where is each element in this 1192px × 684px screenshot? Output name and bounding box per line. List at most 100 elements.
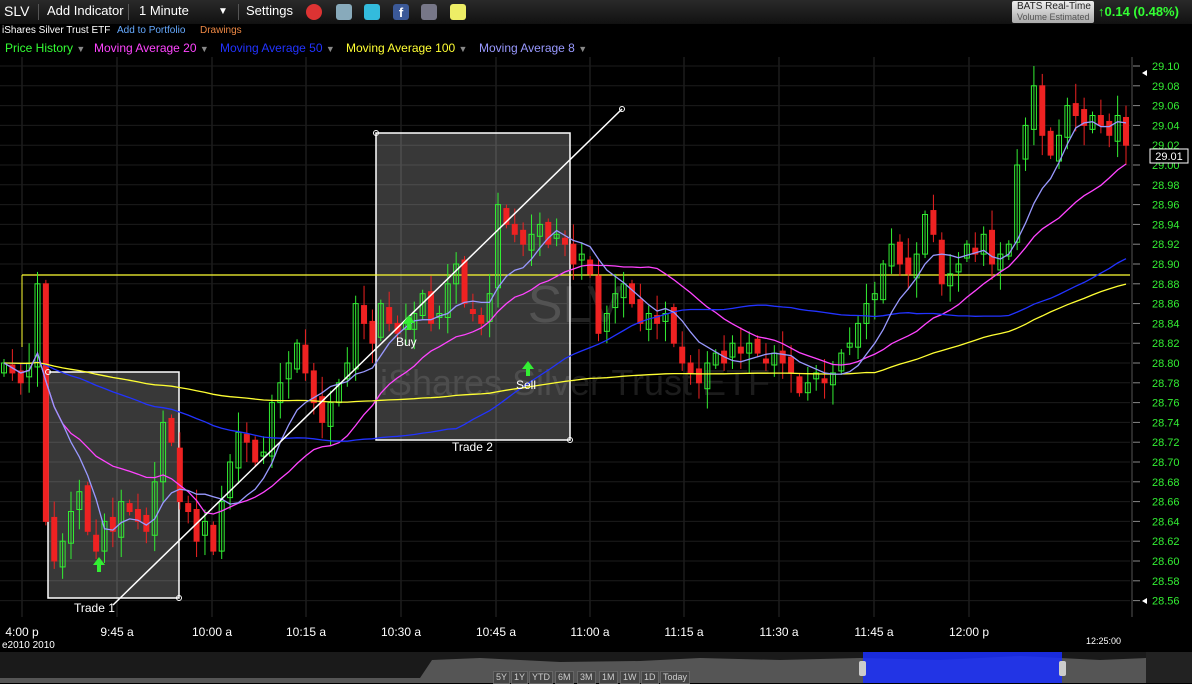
range-6m-button[interactable]: 6M — [555, 671, 574, 684]
candle-body[interactable] — [989, 229, 996, 265]
legend-price-history[interactable]: Price History ▼ — [5, 41, 85, 55]
range-1y-button[interactable]: 1Y — [511, 671, 529, 684]
candle-body[interactable] — [796, 376, 803, 394]
candle-body[interactable] — [930, 210, 937, 235]
trade1-box[interactable] — [47, 371, 180, 599]
candle-body[interactable] — [361, 305, 368, 324]
trade2-label: Trade 2 — [452, 440, 493, 454]
buy-label: Buy — [396, 335, 417, 349]
candle-body[interactable] — [461, 259, 468, 305]
interval-select[interactable]: 1 Minute — [139, 3, 189, 18]
navigator-selection[interactable] — [863, 652, 1062, 683]
candle-body[interactable] — [595, 275, 602, 334]
scroll-up-icon[interactable] — [1142, 70, 1147, 76]
chevron-down-icon[interactable]: ▼ — [200, 44, 209, 54]
chevron-down-icon[interactable]: ▼ — [76, 44, 85, 54]
drawings-link[interactable]: Drawings — [200, 25, 242, 36]
candle-body[interactable] — [938, 239, 945, 285]
navigator-handle-left[interactable] — [859, 661, 866, 676]
navigator[interactable]: 5Y 1Y YTD 6M 3M 1M 1W 1D Today — [0, 652, 1192, 684]
candle-body[interactable] — [737, 346, 744, 354]
candle-body[interactable] — [84, 485, 91, 532]
alarm-clock-icon[interactable] — [306, 4, 322, 20]
navigator-handle-right[interactable] — [1059, 661, 1066, 676]
twitter-icon[interactable] — [364, 4, 380, 20]
legend-ma20[interactable]: Moving Average 20 ▼ — [94, 41, 209, 55]
candle-body[interactable] — [896, 241, 903, 265]
range-3m-button[interactable]: 3M — [577, 671, 596, 684]
candle-body[interactable] — [695, 368, 702, 384]
candle-body[interactable] — [469, 309, 476, 314]
candle-body[interactable] — [562, 237, 568, 245]
price-chart[interactable]: SLV iShares Silver Trust ETF Buy Sell Tr… — [0, 57, 1192, 652]
candle-body[interactable] — [369, 320, 376, 344]
range-1w-button[interactable]: 1W — [620, 671, 640, 684]
candle-body[interactable] — [176, 447, 183, 503]
candle-body[interactable] — [754, 338, 761, 354]
symbol-input[interactable]: SLV — [4, 3, 29, 19]
candle-body[interactable] — [1039, 85, 1046, 136]
y-tick-label: 28.64 — [1152, 516, 1180, 528]
candle-body[interactable] — [302, 344, 309, 374]
add-to-portfolio-link[interactable]: Add to Portfolio — [117, 25, 185, 36]
candle-body[interactable] — [762, 358, 769, 364]
binoculars-icon[interactable] — [421, 4, 437, 20]
range-1m-button[interactable]: 1M — [599, 671, 618, 684]
candle-body[interactable] — [905, 257, 912, 275]
candle-body[interactable] — [779, 350, 786, 364]
chevron-down-icon[interactable]: ▼ — [459, 44, 468, 54]
candle-body[interactable] — [821, 378, 828, 384]
candle-body[interactable] — [1097, 115, 1104, 126]
chevron-down-icon[interactable]: ▼ — [578, 44, 587, 54]
candle-body[interactable] — [520, 229, 527, 245]
chevron-down-icon[interactable]: ▼ — [218, 6, 228, 17]
x-tick-label: 10:30 a — [381, 625, 421, 639]
candle-body[interactable] — [51, 516, 58, 562]
candle-body[interactable] — [42, 283, 49, 522]
add-indicator-button[interactable]: Add Indicator — [47, 3, 124, 18]
candle-body[interactable] — [679, 346, 686, 364]
y-tick-label: 28.92 — [1152, 239, 1180, 251]
range-1d-button[interactable]: 1D — [641, 671, 659, 684]
candle-body[interactable] — [93, 534, 100, 552]
candle-body[interactable] — [126, 503, 133, 512]
candle-body[interactable] — [687, 362, 694, 374]
candle-body[interactable] — [637, 299, 644, 324]
scroll-down-icon[interactable] — [1142, 598, 1147, 604]
candle-body[interactable] — [1047, 130, 1054, 156]
candle-body[interactable] — [1123, 116, 1129, 146]
candle-body[interactable] — [252, 439, 259, 463]
candle-body[interactable] — [243, 433, 250, 443]
range-5y-button[interactable]: 5Y — [493, 671, 511, 684]
candle-body[interactable] — [628, 283, 635, 305]
candle-body[interactable] — [587, 259, 594, 275]
y-tick-label: 28.98 — [1152, 180, 1180, 192]
candle-body[interactable] — [1072, 103, 1079, 116]
legend-ma50[interactable]: Moving Average 50 ▼ — [220, 41, 335, 55]
legend-ma8[interactable]: Moving Average 8 ▼ — [479, 41, 587, 55]
range-ytd-button[interactable]: YTD — [529, 671, 553, 684]
realtime-label: BATS Real-Time — [1017, 1, 1091, 12]
x-tick-label: 10:45 a — [476, 625, 516, 639]
settings-button[interactable]: Settings — [246, 3, 293, 18]
candle-body[interactable] — [386, 307, 393, 324]
candle-body[interactable] — [185, 503, 192, 512]
candle-body[interactable] — [478, 314, 485, 324]
toolbar-divider — [38, 4, 39, 20]
candle-body[interactable] — [1106, 120, 1113, 136]
x-tick-label: 11:15 a — [664, 625, 703, 639]
note-icon[interactable] — [450, 4, 466, 20]
candle-body[interactable] — [570, 243, 577, 265]
y-tick-label: 28.68 — [1152, 477, 1180, 489]
candle-body[interactable] — [788, 356, 795, 374]
stack-icon[interactable] — [336, 4, 352, 20]
candle-body[interactable] — [210, 524, 217, 552]
chevron-down-icon[interactable]: ▼ — [326, 44, 335, 54]
candle-body[interactable] — [511, 223, 518, 235]
range-today-button[interactable]: Today — [660, 671, 691, 684]
x-tick-label: 10:00 a — [192, 625, 232, 639]
y-tick-label: 28.90 — [1152, 259, 1180, 271]
legend-ma100[interactable]: Moving Average 100 ▼ — [346, 41, 467, 55]
candle-body[interactable] — [168, 417, 175, 443]
facebook-icon[interactable]: f — [393, 4, 409, 20]
